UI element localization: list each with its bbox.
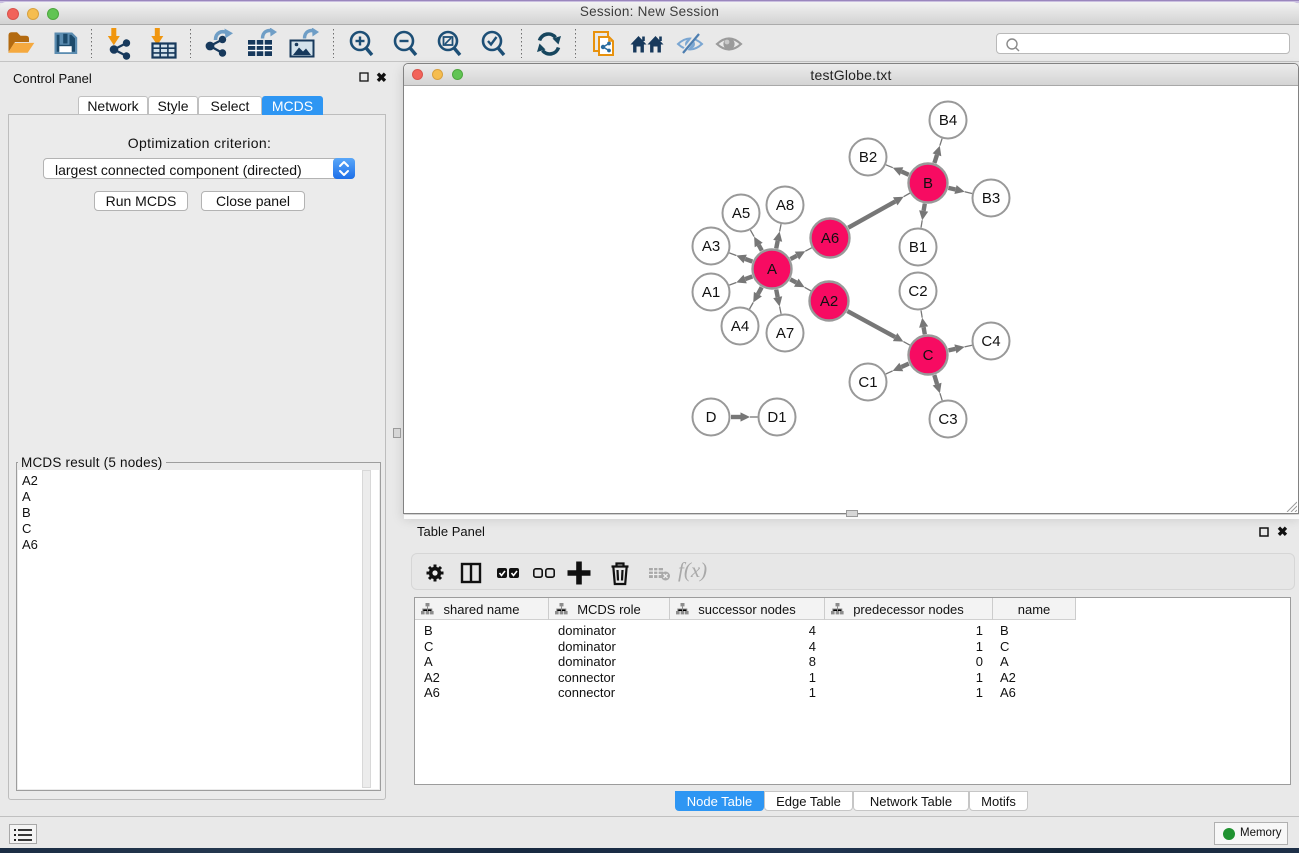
svg-text:D1: D1	[767, 409, 786, 426]
svg-text:C4: C4	[981, 333, 1000, 350]
svg-text:C1: C1	[858, 374, 877, 391]
svg-text:A4: A4	[731, 318, 749, 335]
svg-text:A7: A7	[776, 325, 794, 342]
svg-text:A: A	[767, 261, 777, 278]
svg-text:C3: C3	[938, 411, 957, 428]
svg-text:A3: A3	[702, 238, 720, 255]
svg-text:A6: A6	[821, 230, 839, 247]
svg-text:A5: A5	[732, 205, 750, 222]
svg-text:A2: A2	[820, 293, 838, 310]
svg-text:C2: C2	[908, 283, 927, 300]
svg-text:B2: B2	[859, 149, 877, 166]
svg-text:A1: A1	[702, 284, 720, 301]
svg-text:B4: B4	[939, 112, 957, 129]
svg-text:B: B	[923, 175, 933, 192]
svg-text:C: C	[923, 347, 934, 364]
svg-text:B3: B3	[982, 190, 1000, 207]
svg-text:B1: B1	[909, 239, 927, 256]
svg-text:A8: A8	[776, 197, 794, 214]
svg-text:D: D	[706, 409, 717, 426]
